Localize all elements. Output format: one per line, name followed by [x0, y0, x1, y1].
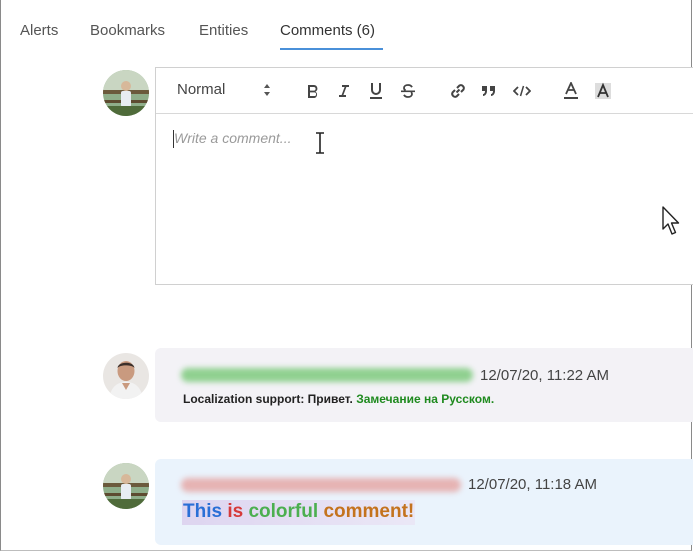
comment-author-name: [181, 368, 473, 382]
comment-word: colorful: [248, 501, 319, 522]
strikethrough-icon[interactable]: [396, 79, 420, 103]
chevron-updown-icon[interactable]: [262, 81, 272, 99]
bold-icon[interactable]: [301, 79, 325, 103]
editor-toolbar: Normal: [156, 68, 693, 114]
code-icon[interactable]: [510, 79, 534, 103]
comment-body: This is colorful comment!: [182, 500, 416, 525]
comment-timestamp: 12/07/20, 11:18 AM: [468, 476, 597, 493]
italic-icon[interactable]: [332, 79, 356, 103]
comment-card: 12/07/20, 11:18 AM This is colorful comm…: [155, 459, 693, 545]
quote-icon[interactable]: [477, 79, 501, 103]
format-select[interactable]: Normal: [177, 81, 225, 98]
active-tab-indicator: [280, 48, 383, 50]
comment-card: 12/07/20, 11:22 AM Localization support:…: [155, 348, 693, 422]
comment-word: comment!: [323, 501, 415, 522]
tab-bar: Alerts Bookmarks Entities Comments (6): [0, 0, 693, 52]
comment-author-avatar: [103, 463, 149, 509]
comment-body-text: Localization support: Привет.: [183, 392, 353, 406]
font-color-icon[interactable]: [559, 79, 583, 103]
comment-body-highlight: Замечание на Русском.: [356, 392, 495, 406]
ibeam-cursor-icon: [316, 132, 324, 154]
link-icon[interactable]: [446, 79, 470, 103]
comment-body: Localization support: Привет. Замечание …: [183, 392, 494, 406]
comment-timestamp: 12/07/20, 11:22 AM: [480, 367, 609, 384]
mouse-pointer-icon: [662, 206, 680, 235]
comment-editor: Normal Write a comment...: [155, 67, 693, 285]
tab-alerts[interactable]: Alerts: [20, 22, 58, 39]
highlight-color-icon[interactable]: [591, 79, 615, 103]
comment-input[interactable]: Write a comment...: [174, 130, 291, 146]
comment-author-avatar: [103, 353, 149, 399]
current-user-avatar: [103, 70, 149, 116]
tab-bookmarks[interactable]: Bookmarks: [90, 22, 165, 39]
comment-word: is: [227, 501, 244, 522]
tab-comments[interactable]: Comments (6): [280, 22, 375, 39]
comment-author-name: [181, 478, 461, 492]
tab-entities[interactable]: Entities: [199, 22, 248, 39]
comment-word: This: [183, 501, 223, 522]
underline-icon[interactable]: [364, 79, 388, 103]
